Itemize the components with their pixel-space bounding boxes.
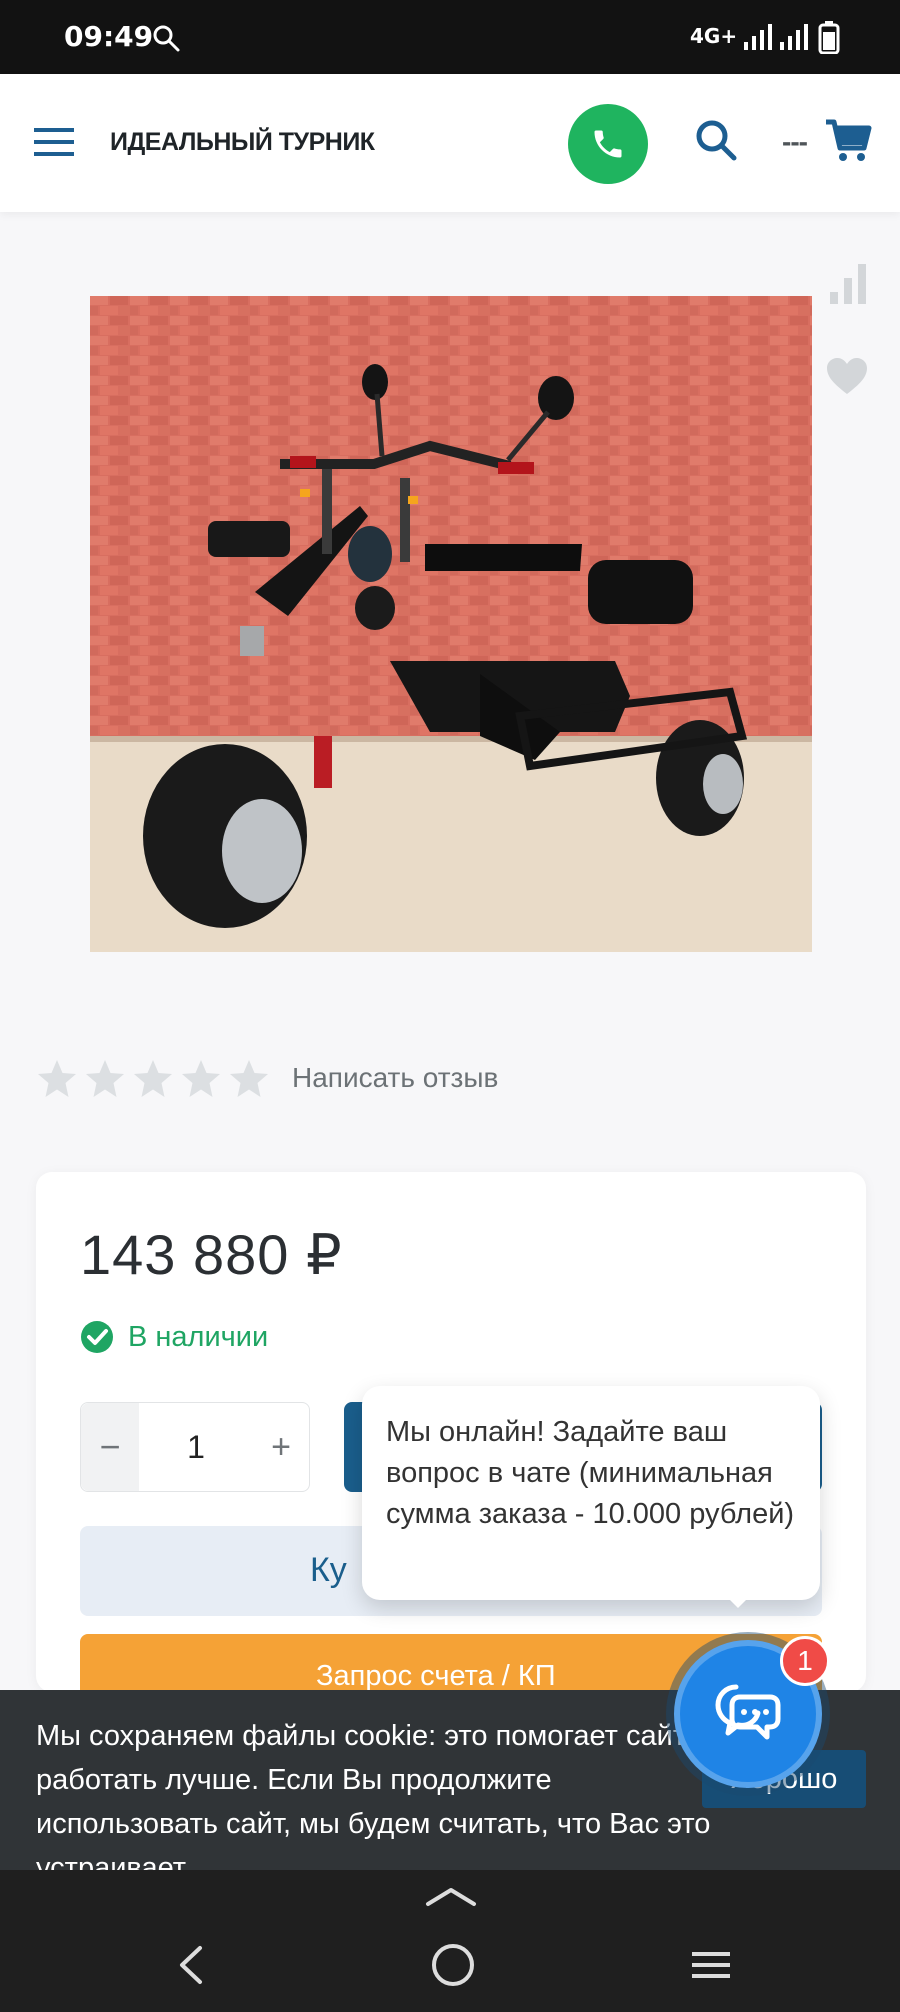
write-review-link[interactable]: Написать отзыв bbox=[292, 1062, 498, 1094]
chat-bubbles-icon bbox=[715, 1684, 781, 1740]
star-icon[interactable] bbox=[228, 1058, 270, 1100]
search-icon[interactable] bbox=[690, 114, 742, 166]
call-button[interactable] bbox=[568, 104, 648, 184]
android-nav-bar bbox=[0, 1870, 900, 2012]
product-image[interactable] bbox=[90, 296, 812, 952]
compare-icon[interactable] bbox=[826, 262, 870, 306]
status-time: 09:49 bbox=[64, 20, 154, 53]
signal-icon bbox=[744, 24, 772, 50]
invoice-request-label: Запрос счета / КП bbox=[316, 1660, 556, 1692]
signal-icon bbox=[780, 24, 808, 50]
quantity-input[interactable]: 1 bbox=[139, 1403, 253, 1491]
hamburger-icon[interactable] bbox=[32, 124, 76, 160]
heart-icon[interactable] bbox=[824, 354, 870, 400]
status-bar: 09:49 4G+ bbox=[0, 0, 900, 74]
cart-icon[interactable] bbox=[822, 114, 874, 166]
tooltip-arrow bbox=[724, 1594, 752, 1608]
cookie-text: Мы сохраняем файлы cookie: это помогает … bbox=[36, 1720, 711, 1884]
star-icon[interactable] bbox=[84, 1058, 126, 1100]
search-icon bbox=[153, 25, 180, 52]
stock-status: В наличии bbox=[128, 1321, 269, 1353]
menu-lines-icon[interactable] bbox=[690, 1944, 732, 1986]
buy-one-click-label: Ку bbox=[310, 1551, 347, 1589]
brand-name[interactable]: ИДЕАЛЬНЫЙ ТУРНИК bbox=[110, 128, 375, 157]
site-header: ИДЕАЛЬНЫЙ ТУРНИК --- bbox=[0, 74, 900, 212]
rating-stars[interactable] bbox=[36, 1058, 270, 1100]
phone-icon bbox=[594, 130, 622, 158]
home-icon[interactable] bbox=[430, 1942, 476, 1988]
network-type: 4G+ bbox=[690, 24, 738, 48]
star-icon[interactable] bbox=[36, 1058, 78, 1100]
product-price: 143 880 ₽ bbox=[80, 1223, 343, 1286]
cart-total[interactable]: --- bbox=[782, 126, 808, 158]
check-circle-icon bbox=[81, 1321, 113, 1353]
chat-tooltip-text: Мы онлайн! Задайте ваш вопрос в чате (ми… bbox=[386, 1416, 795, 1530]
chevron-up-icon[interactable] bbox=[424, 1884, 478, 1908]
quantity-decrease-button[interactable]: − bbox=[81, 1403, 139, 1491]
chat-unread-badge: 1 bbox=[780, 1636, 830, 1686]
chat-tooltip[interactable]: Мы онлайн! Задайте ваш вопрос в чате (ми… bbox=[362, 1386, 820, 1600]
star-icon[interactable] bbox=[180, 1058, 222, 1100]
battery-icon bbox=[818, 21, 840, 54]
quantity-stepper[interactable]: − 1 + bbox=[80, 1402, 310, 1492]
back-icon[interactable] bbox=[172, 1942, 210, 1988]
star-icon[interactable] bbox=[132, 1058, 174, 1100]
quantity-increase-button[interactable]: + bbox=[253, 1403, 309, 1491]
